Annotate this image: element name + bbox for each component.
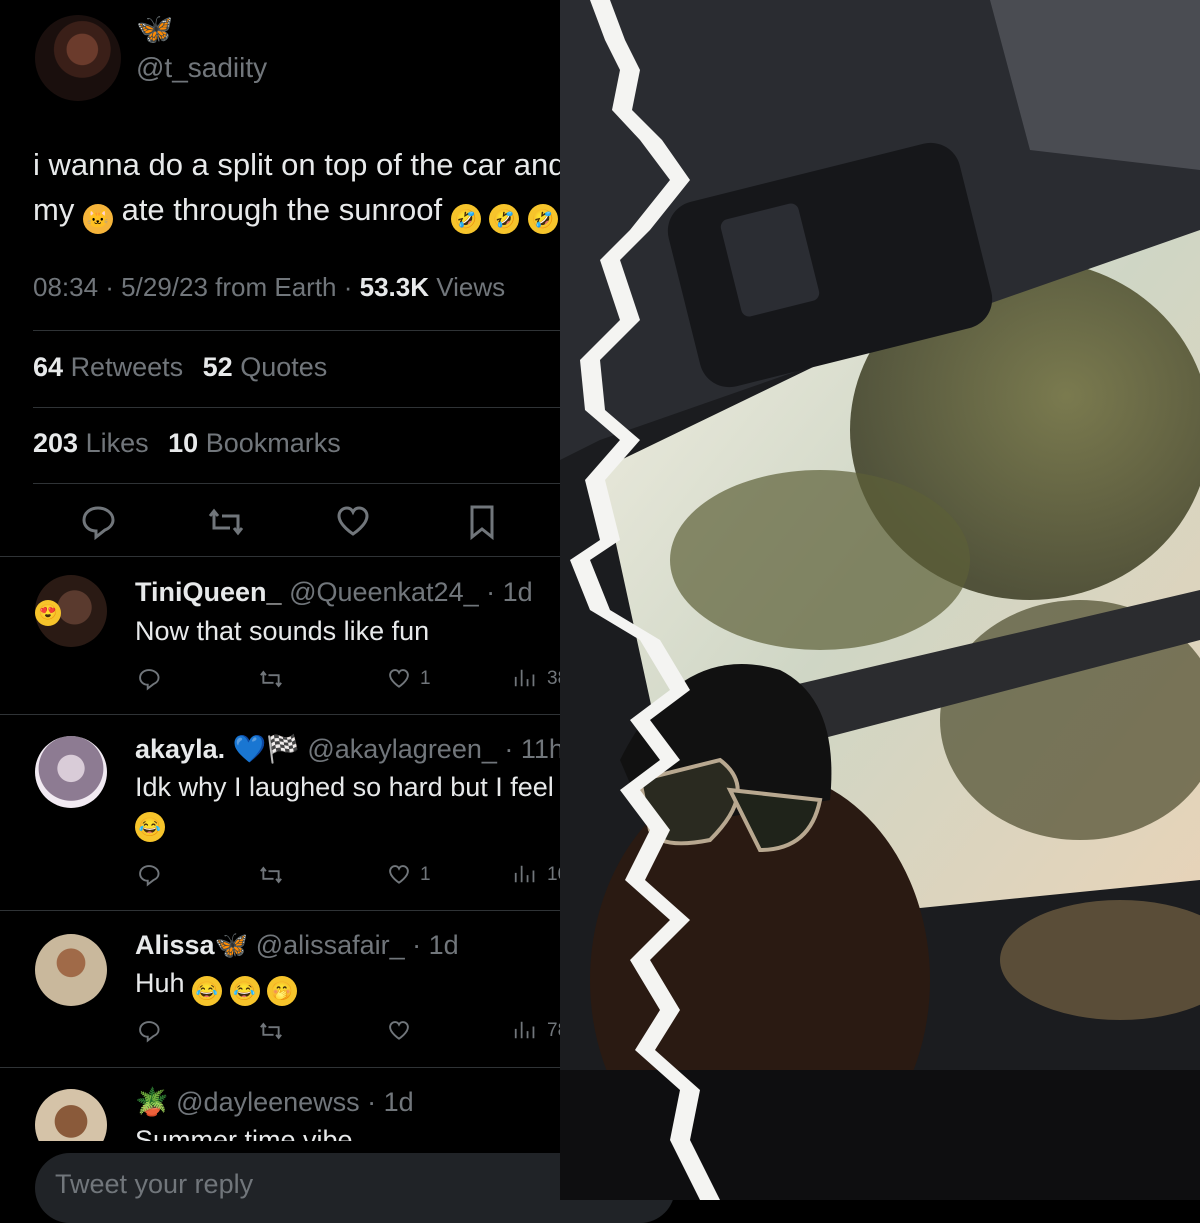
reply-avatar[interactable] xyxy=(35,1089,107,1141)
bookmarks-stat[interactable]: 10 Bookmarks xyxy=(168,428,341,458)
retweet-icon[interactable] xyxy=(204,500,248,544)
heart-eyes-emoji-icon: 😍 xyxy=(35,600,61,626)
retweet-icon[interactable] xyxy=(257,1017,285,1045)
butterfly-icon: 🦋 xyxy=(214,930,249,960)
laughing-emoji-icon: 😂 xyxy=(135,812,165,842)
like-count: 1 xyxy=(420,668,431,689)
like-icon[interactable] xyxy=(385,861,413,889)
like-icon[interactable] xyxy=(331,500,375,544)
views-label: Views xyxy=(436,272,506,302)
views-icon[interactable] xyxy=(511,1017,537,1043)
retweets-stat[interactable]: 64 Retweets xyxy=(33,352,183,382)
likes-bookmark-stats: 203 Likes 10 Bookmarks xyxy=(33,428,341,459)
tweet-timestamp: 08:34 · 5/29/23 from Earth · xyxy=(33,272,353,302)
car-selfie-photo xyxy=(560,0,1200,1200)
reply-author[interactable]: Alissa🦋 @alissafair_ · 1d xyxy=(135,929,459,961)
laughing-emoji-icon: 😂 xyxy=(229,976,260,1006)
reply-text: Now that sounds like fun xyxy=(135,616,430,646)
author-handle[interactable]: @t_sadiity xyxy=(136,52,267,84)
reply-text: Summer time vibe xyxy=(135,1125,353,1141)
rofl-emoji-icon: 🤣 xyxy=(528,204,559,234)
laughing-emoji-icon: 😂 xyxy=(192,976,223,1006)
tweet-text-word: ate through the sunroof xyxy=(121,192,443,227)
reply-author[interactable]: 🪴 @dayleenewss · 1d xyxy=(135,1086,414,1118)
reply-author[interactable]: akayla. 💙🏁 @akaylagreen_ · 11h xyxy=(135,733,564,765)
tweet-action-bar xyxy=(0,500,640,550)
bookmark-icon[interactable] xyxy=(460,500,504,544)
reply-icon[interactable] xyxy=(135,1017,163,1045)
like-count: 1 xyxy=(420,864,431,885)
quotes-stat[interactable]: 52 Quotes xyxy=(203,352,328,382)
views-count: 53.3K xyxy=(359,272,430,302)
reply-text-emoji: 😂 xyxy=(135,812,165,842)
reply-icon[interactable] xyxy=(76,500,120,544)
tweet-text-word: my xyxy=(33,192,75,227)
reply-text: Idk why I laughed so hard but I feel you xyxy=(135,772,605,802)
tweet-meta: 08:34 · 5/29/23 from Earth · 53.3K Views xyxy=(33,272,505,303)
retweet-icon[interactable] xyxy=(257,665,285,693)
reply-avatar[interactable] xyxy=(35,736,107,808)
author-avatar[interactable] xyxy=(35,15,121,101)
like-icon[interactable] xyxy=(385,1017,413,1045)
reply-author[interactable]: TiniQueen_ @Queenkat24_ · 1d xyxy=(135,577,533,608)
author-display-name[interactable]: 🦋 xyxy=(136,12,173,47)
views-icon[interactable] xyxy=(511,665,537,691)
views-icon[interactable] xyxy=(511,861,537,887)
reply-text: Huh 😂 😂 🤭 xyxy=(135,968,298,1006)
photo-image xyxy=(560,0,1200,1200)
reply-icon[interactable] xyxy=(135,861,163,889)
rofl-emoji-icon: 🤣 xyxy=(450,204,481,234)
reply-icon[interactable] xyxy=(135,665,163,693)
like-icon[interactable] xyxy=(385,665,413,693)
rofl-emoji-icon: 🤣 xyxy=(489,204,520,234)
retweet-icon[interactable] xyxy=(257,861,285,889)
reply-avatar[interactable] xyxy=(35,934,107,1006)
hand-over-mouth-emoji-icon: 🤭 xyxy=(267,976,298,1006)
retweet-quote-stats: 64 Retweets 52 Quotes xyxy=(33,352,327,383)
cat-emoji-icon: 🐱 xyxy=(82,204,113,234)
likes-stat[interactable]: 203 Likes xyxy=(33,428,149,458)
reply-placeholder: Tweet your reply xyxy=(55,1169,254,1199)
